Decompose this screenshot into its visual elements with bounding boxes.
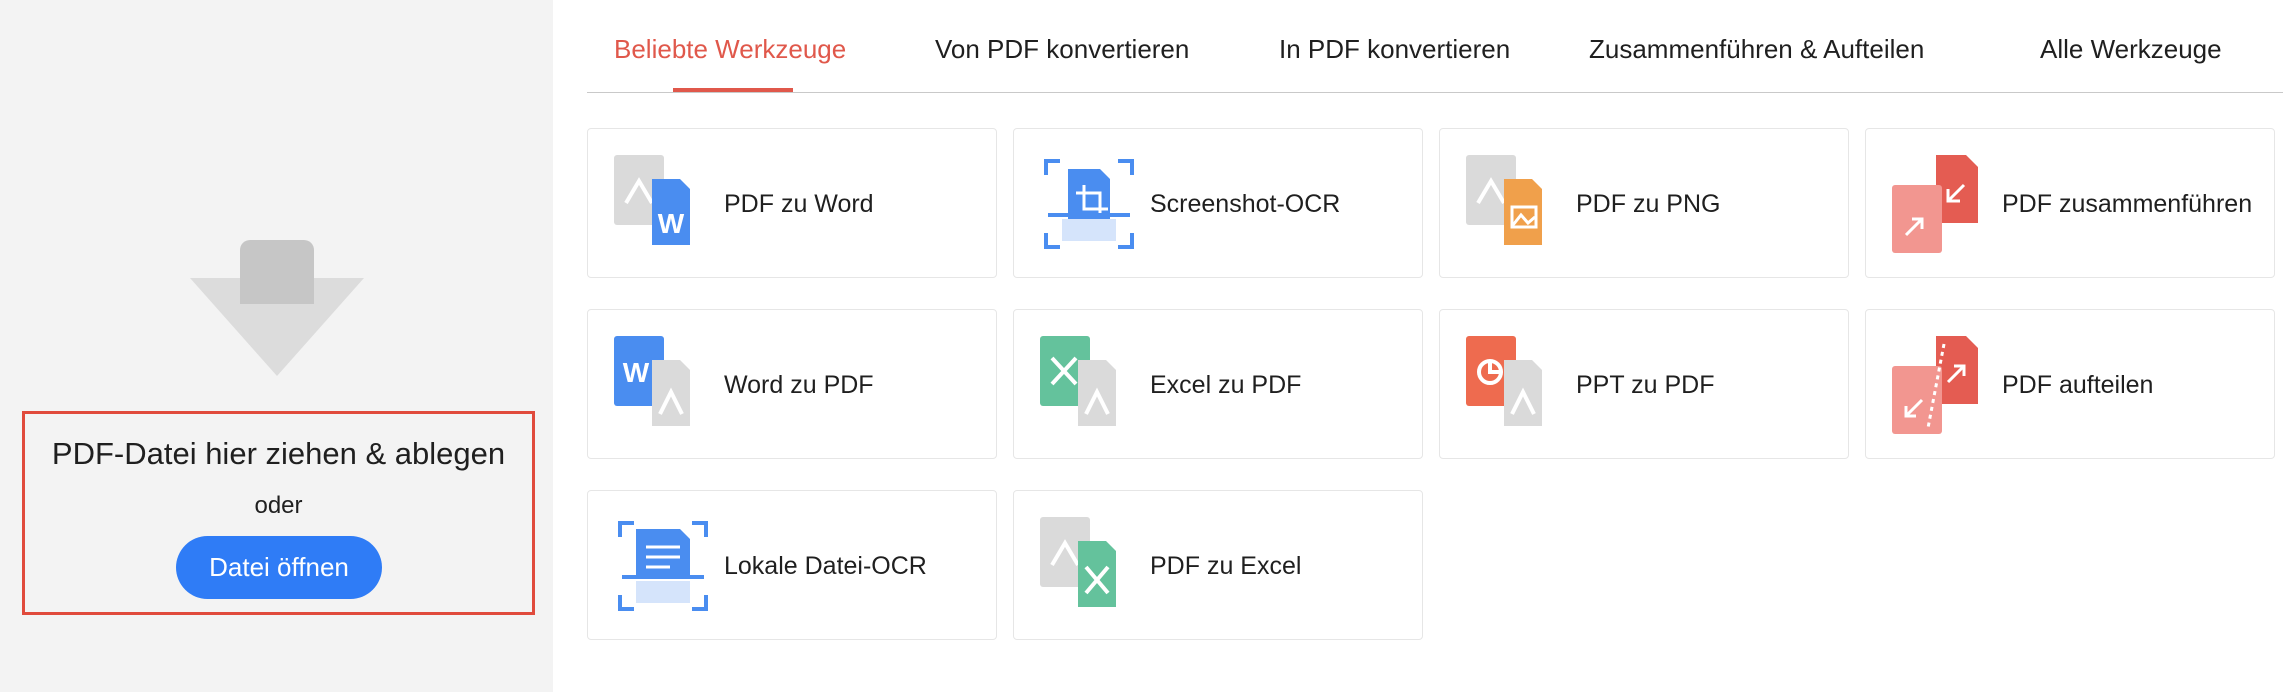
tab-popular-tools[interactable]: Beliebte Werkzeuge bbox=[614, 34, 846, 65]
tool-label: Word zu PDF bbox=[724, 371, 874, 399]
drop-title: PDF-Datei hier ziehen & ablegen bbox=[51, 436, 506, 471]
drop-zone-panel[interactable]: PDF-Datei hier ziehen & ablegen oder Dat… bbox=[0, 0, 553, 692]
tool-label: Screenshot-OCR bbox=[1150, 190, 1341, 218]
tool-card-screenshot-ocr[interactable]: Screenshot-OCR bbox=[1013, 128, 1423, 278]
tool-card-word-to-pdf[interactable]: W Word zu PDF bbox=[587, 309, 997, 459]
screenshot-ocr-icon bbox=[1044, 159, 1134, 249]
svg-text:W: W bbox=[658, 208, 685, 239]
tab-convert-to-pdf[interactable]: In PDF konvertieren bbox=[1279, 34, 1510, 65]
excel-to-pdf-icon bbox=[1040, 336, 1116, 426]
tab-merge-split[interactable]: Zusammenführen & Aufteilen bbox=[1589, 34, 1924, 65]
pdf-to-png-icon bbox=[1466, 155, 1542, 245]
pdf-to-excel-icon bbox=[1040, 517, 1116, 607]
tool-label: PDF zusammenführen bbox=[2002, 190, 2253, 218]
tool-label: PDF aufteilen bbox=[2002, 371, 2154, 399]
tool-card-split-pdf[interactable]: PDF aufteilen bbox=[1865, 309, 2275, 459]
tab-convert-from-pdf[interactable]: Von PDF konvertieren bbox=[935, 34, 1189, 65]
tool-card-local-file-ocr[interactable]: Lokale Datei-OCR bbox=[587, 490, 997, 640]
tool-label: PDF zu Word bbox=[724, 190, 874, 218]
ppt-to-pdf-icon bbox=[1466, 336, 1542, 426]
tool-card-pdf-to-excel[interactable]: PDF zu Excel bbox=[1013, 490, 1423, 640]
tool-card-pdf-to-png[interactable]: PDF zu PNG bbox=[1439, 128, 1849, 278]
pdf-to-word-icon: W bbox=[614, 155, 690, 245]
word-to-pdf-icon: W bbox=[614, 336, 690, 426]
tool-label: Lokale Datei-OCR bbox=[724, 552, 927, 580]
tool-label: Excel zu PDF bbox=[1150, 371, 1302, 399]
drop-or-text: oder bbox=[254, 492, 303, 519]
tab-divider bbox=[587, 92, 2283, 93]
tab-bar: Beliebte Werkzeuge Von PDF konvertieren … bbox=[587, 0, 2283, 94]
svg-text:W: W bbox=[623, 357, 650, 388]
tool-card-excel-to-pdf[interactable]: Excel zu PDF bbox=[1013, 309, 1423, 459]
download-arrow-icon bbox=[190, 240, 364, 376]
open-file-button[interactable]: Datei öffnen bbox=[176, 536, 382, 599]
tool-label: PDF zu PNG bbox=[1576, 190, 1721, 218]
tool-card-merge-pdf[interactable]: PDF zusammenführen bbox=[1865, 128, 2275, 278]
local-file-ocr-icon bbox=[618, 521, 708, 611]
drop-target-box[interactable]: PDF-Datei hier ziehen & ablegen oder Dat… bbox=[22, 411, 535, 615]
tool-label: PDF zu Excel bbox=[1150, 552, 1302, 580]
merge-pdf-icon bbox=[1892, 155, 1978, 253]
tool-card-ppt-to-pdf[interactable]: PPT zu PDF bbox=[1439, 309, 1849, 459]
split-pdf-icon bbox=[1892, 336, 1978, 434]
tool-card-pdf-to-word[interactable]: W PDF zu Word bbox=[587, 128, 997, 278]
tab-all-tools[interactable]: Alle Werkzeuge bbox=[2040, 34, 2222, 65]
tool-label: PPT zu PDF bbox=[1576, 371, 1715, 399]
